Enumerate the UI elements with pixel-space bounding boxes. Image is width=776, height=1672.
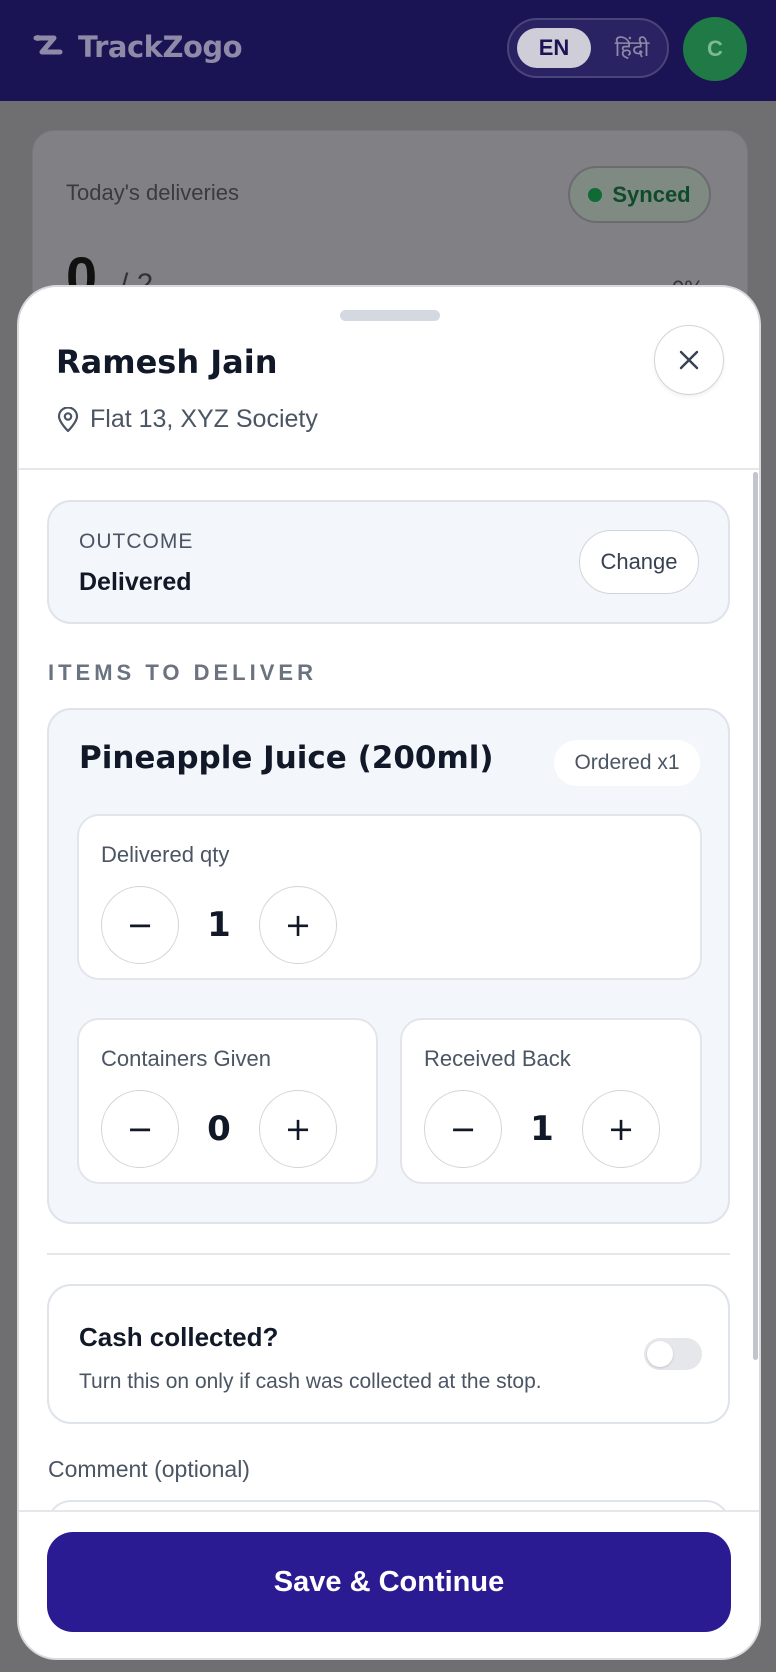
lang-hi-option[interactable]: हिंदी	[601, 28, 663, 68]
delivered-qty-increment-button[interactable]: +	[259, 886, 337, 964]
delivered-qty-value: 1	[207, 905, 231, 945]
customer-name: Ramesh Jain	[56, 343, 278, 381]
sheet-footer: Save & Continue	[19, 1510, 759, 1658]
containers-given-increment-button[interactable]: +	[259, 1090, 337, 1168]
lang-en-option[interactable]: EN	[517, 28, 591, 68]
delivered-qty-decrement-button[interactable]: −	[101, 886, 179, 964]
cash-collected-title: Cash collected?	[79, 1322, 279, 1352]
received-back-box: Received Back − 1 +	[400, 1018, 702, 1184]
containers-given-decrement-button[interactable]: −	[101, 1090, 179, 1168]
logo-icon	[33, 35, 63, 55]
outcome-label: OUTCOME	[79, 530, 194, 553]
cash-collected-card: Cash collected? Turn this on only if cas…	[47, 1284, 730, 1424]
ordered-quantity-badge: Ordered x1	[554, 740, 700, 786]
cash-collected-hint: Turn this on only if cash was collected …	[79, 1370, 542, 1393]
app-name: TrackZogo	[78, 30, 243, 64]
close-button[interactable]	[654, 325, 724, 395]
outcome-value: Delivered	[79, 568, 192, 596]
deliveries-label: Today's deliveries	[66, 180, 239, 205]
delivered-qty-stepper: − 1 +	[101, 886, 337, 964]
received-back-decrement-button[interactable]: −	[424, 1090, 502, 1168]
section-divider	[47, 1253, 730, 1255]
delivered-qty-box: Delivered qty − 1 +	[77, 814, 702, 980]
close-icon	[679, 350, 699, 370]
customer-address: Flat 13, XYZ Society	[56, 405, 318, 434]
user-avatar[interactable]: C	[683, 17, 747, 81]
sync-status-text: Synced	[612, 181, 691, 207]
items-section-heading: ITEMS TO DELIVER	[48, 660, 317, 685]
containers-given-box: Containers Given − 0 +	[77, 1018, 378, 1184]
sync-status-badge: Synced	[568, 166, 711, 223]
item-name: Pineapple Juice (200ml)	[79, 740, 494, 776]
item-card: Pineapple Juice (200ml) Ordered x1 Deliv…	[47, 708, 730, 1224]
outcome-card: OUTCOME Delivered Change	[47, 500, 730, 624]
sync-dot-icon	[588, 187, 603, 202]
sheet-scroll-area[interactable]: OUTCOME Delivered Change ITEMS TO DELIVE…	[19, 470, 759, 1510]
sheet-drag-handle[interactable]	[340, 310, 440, 321]
received-back-label: Received Back	[424, 1046, 571, 1071]
received-back-increment-button[interactable]: +	[582, 1090, 660, 1168]
delivered-qty-label: Delivered qty	[101, 842, 230, 867]
app-logo: TrackZogo	[32, 30, 243, 64]
toggle-knob	[647, 1341, 673, 1367]
cash-collected-toggle[interactable]	[644, 1338, 702, 1370]
language-toggle[interactable]: EN हिंदी	[507, 18, 669, 78]
comment-input[interactable]	[47, 1500, 730, 1510]
address-text: Flat 13, XYZ Society	[90, 405, 318, 433]
containers-given-stepper: − 0 +	[101, 1090, 337, 1168]
delivery-bottom-sheet: Ramesh Jain Flat 13, XYZ Society OUTCOME…	[17, 285, 761, 1660]
location-pin-icon	[57, 406, 79, 432]
change-outcome-button[interactable]: Change	[579, 530, 699, 594]
containers-given-value: 0	[207, 1109, 231, 1149]
sheet-scrollbar[interactable]	[753, 472, 758, 1360]
app-header: TrackZogo EN हिंदी C	[0, 0, 776, 101]
received-back-stepper: − 1 +	[424, 1090, 660, 1168]
comment-label: Comment (optional)	[48, 1456, 250, 1482]
containers-given-label: Containers Given	[101, 1046, 271, 1071]
received-back-value: 1	[530, 1109, 554, 1149]
save-continue-button[interactable]: Save & Continue	[47, 1532, 731, 1632]
